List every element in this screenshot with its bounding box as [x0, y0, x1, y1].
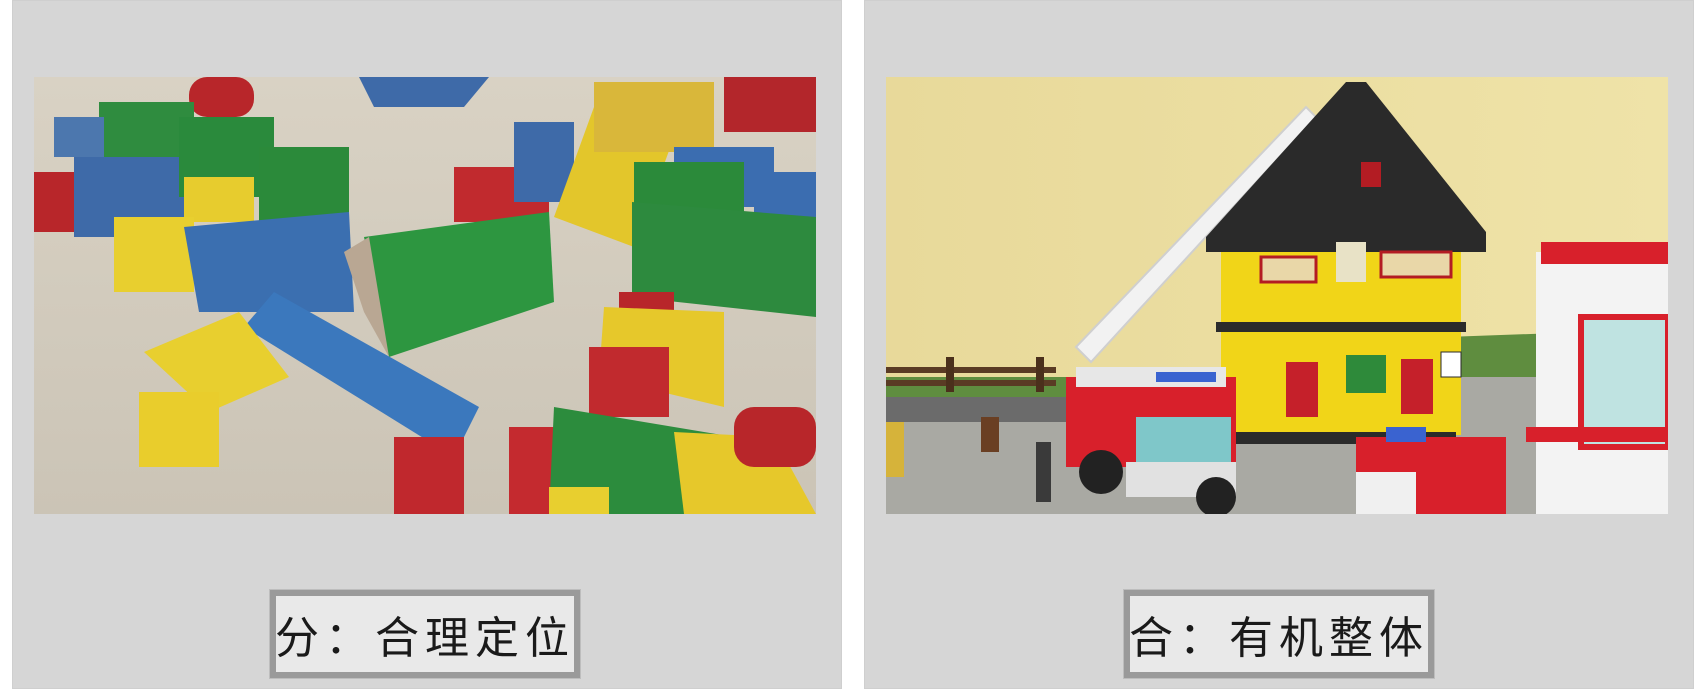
caption-left: 分：合理定位 [275, 613, 575, 664]
caption-left-box: 分：合理定位 [270, 590, 580, 678]
card-left: 分：合理定位 [12, 0, 842, 689]
caption-right: 合：有机整体 [1129, 613, 1429, 664]
lego-fire-station-photo [886, 77, 1668, 514]
card-right: 合：有机整体 [864, 0, 1694, 689]
caption-right-box: 合：有机整体 [1124, 590, 1434, 678]
wooden-blocks-photo [34, 77, 816, 514]
comparison-page: 分：合理定位 合：有机整体 [0, 0, 1706, 689]
